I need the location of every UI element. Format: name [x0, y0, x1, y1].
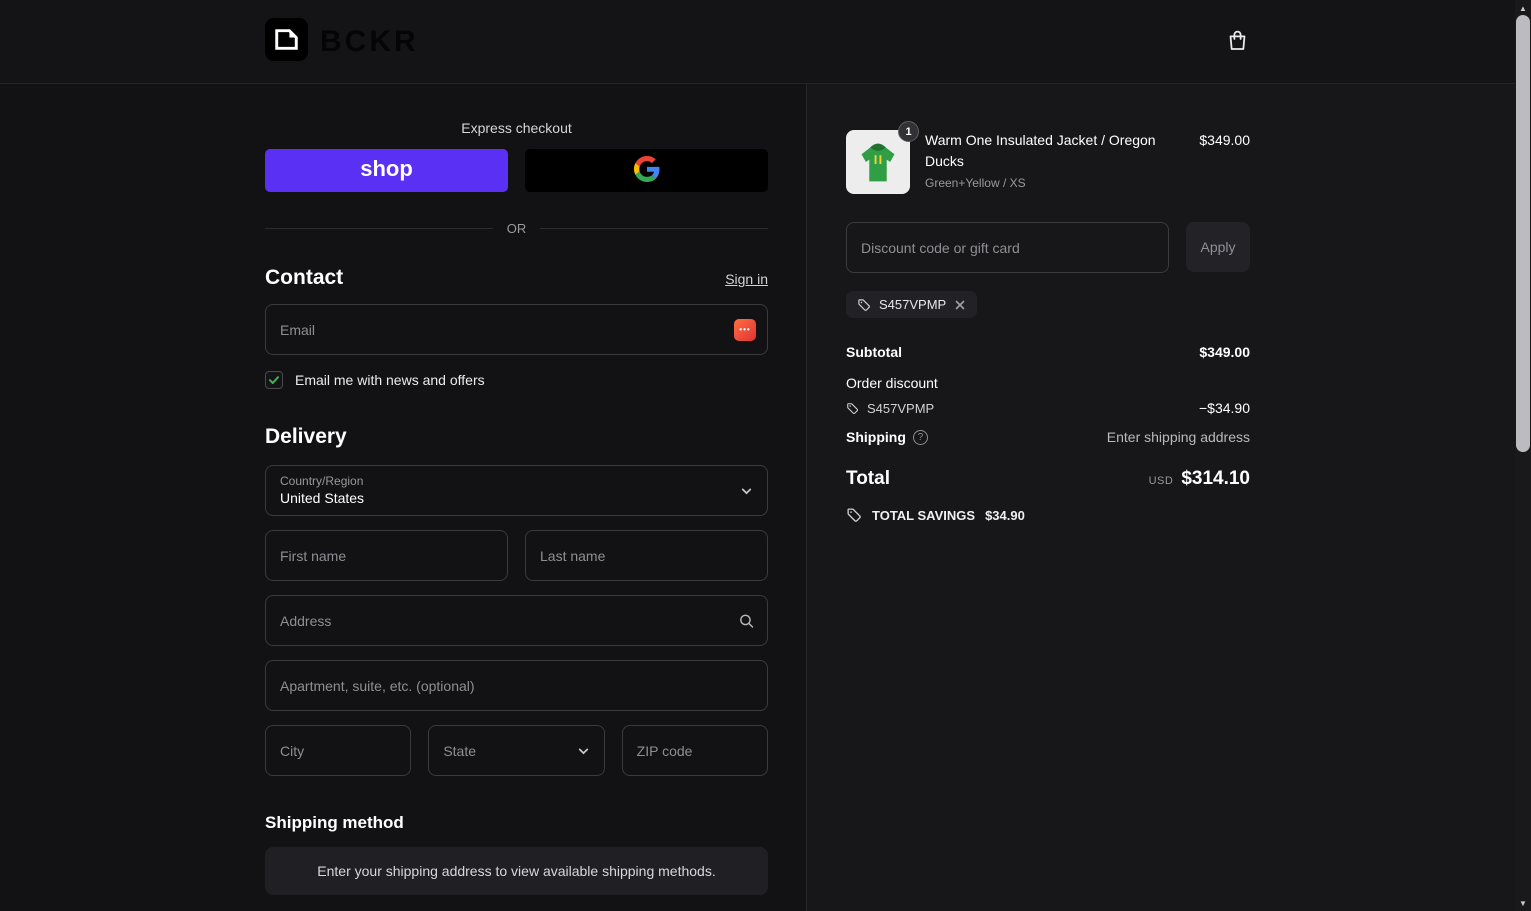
- tag-icon: [846, 402, 859, 415]
- sign-in-link[interactable]: Sign in: [725, 271, 768, 287]
- total-savings-label: TOTAL SAVINGS: [872, 507, 976, 523]
- express-checkout-title: Express checkout: [461, 120, 572, 136]
- country-select[interactable]: Country/Region United States: [265, 465, 768, 516]
- chevron-down-icon: [577, 744, 590, 757]
- shipping-method-heading: Shipping method: [265, 813, 404, 832]
- state-select[interactable]: State: [428, 725, 605, 776]
- apartment-input[interactable]: [265, 660, 768, 711]
- checkout-form-column: Express checkout shop OR Contact Sign in…: [0, 84, 807, 911]
- currency-code: USD: [1148, 475, 1174, 487]
- city-input[interactable]: [265, 725, 412, 776]
- green-jacket-image: [847, 131, 909, 193]
- contact-heading: Contact: [265, 266, 344, 289]
- first-name-input[interactable]: [265, 530, 508, 581]
- search-icon: [738, 612, 755, 629]
- order-discount-code: S457VPMP: [867, 400, 935, 416]
- header: BCKR: [0, 0, 1531, 84]
- close-icon: [955, 300, 965, 309]
- shipping-label: Shipping: [846, 429, 906, 445]
- help-icon[interactable]: ?: [912, 429, 928, 445]
- total-value: $314.10: [1181, 468, 1250, 489]
- shop-pay-button[interactable]: shop: [265, 149, 508, 192]
- cart-button[interactable]: [1225, 28, 1250, 56]
- brand-name: BCKR: [320, 24, 419, 58]
- brand-logo[interactable]: BCKR: [265, 17, 419, 66]
- check-icon: [269, 376, 279, 384]
- product-title: Warm One Insulated Jacket / Oregon Ducks: [925, 132, 1156, 169]
- last-name-input[interactable]: [525, 530, 768, 581]
- applied-discount-chip: S457VPMP: [846, 291, 978, 318]
- total-savings: TOTAL SAVINGS $34.90: [846, 507, 1250, 523]
- or-divider: OR: [265, 221, 768, 236]
- vertical-scrollbar[interactable]: ▲ ▼: [1515, 0, 1531, 911]
- subtotal-value: $349.00: [1199, 344, 1250, 360]
- product-variant: Green+Yellow / XS: [925, 176, 1026, 190]
- delivery-heading: Delivery: [265, 425, 347, 448]
- scrollbar-thumb[interactable]: [1516, 15, 1530, 452]
- state-select-value: State: [443, 742, 477, 759]
- newsletter-label: Email me with news and offers: [295, 372, 485, 388]
- shipping-value: Enter shipping address: [1106, 429, 1250, 445]
- discount-code-input[interactable]: [846, 222, 1169, 273]
- checkout-page: BCKR Express checkout shop OR Contact Si…: [0, 0, 1531, 911]
- google-pay-button[interactable]: [525, 149, 768, 192]
- order-summary-column: 1 Warm One Insulated Jacket / Oregon Duc…: [807, 84, 1531, 911]
- country-select-value: United States: [280, 490, 365, 506]
- scroll-down-arrow[interactable]: ▼: [1515, 896, 1531, 910]
- email-input[interactable]: [265, 304, 768, 355]
- subtotal-label: Subtotal: [846, 344, 902, 360]
- tag-icon: [846, 507, 862, 523]
- total-label: Total: [846, 468, 890, 489]
- remove-discount-button[interactable]: [954, 299, 966, 311]
- google-logo-icon: [633, 156, 660, 185]
- country-select-label: Country/Region: [280, 474, 364, 488]
- shopping-bag-icon: [1225, 28, 1250, 56]
- chevron-down-icon: [740, 484, 753, 497]
- product-price: $349.00: [1199, 132, 1250, 148]
- quantity-badge: 1: [898, 121, 919, 142]
- total-savings-value: $34.90: [985, 507, 1025, 523]
- brand-logo-icon: [265, 17, 308, 66]
- order-discount-label: Order discount: [846, 375, 938, 391]
- cart-line-item: 1 Warm One Insulated Jacket / Oregon Duc…: [846, 121, 1250, 194]
- newsletter-optin[interactable]: Email me with news and offers: [265, 371, 768, 389]
- address-input[interactable]: [265, 595, 768, 646]
- product-image: [846, 130, 910, 194]
- scroll-up-arrow[interactable]: ▲: [1515, 1, 1531, 15]
- shipping-method-notice: Enter your shipping address to view avai…: [265, 847, 768, 895]
- discount-field-wrapper: [846, 222, 1169, 273]
- apply-discount-button[interactable]: Apply: [1186, 222, 1250, 272]
- email-field-wrapper: •••: [265, 304, 768, 355]
- or-divider-label: OR: [506, 221, 527, 236]
- tag-icon: [857, 298, 871, 312]
- cost-summary: Subtotal $349.00 Order discount S457VPMP: [846, 344, 1250, 523]
- order-discount-value: −$34.90: [1199, 400, 1250, 416]
- zip-input[interactable]: [621, 725, 768, 776]
- newsletter-checkbox[interactable]: [265, 371, 283, 389]
- password-manager-icon[interactable]: •••: [734, 318, 756, 341]
- shop-pay-logo: shop: [360, 156, 413, 181]
- discount-chip-code: S457VPMP: [879, 297, 947, 312]
